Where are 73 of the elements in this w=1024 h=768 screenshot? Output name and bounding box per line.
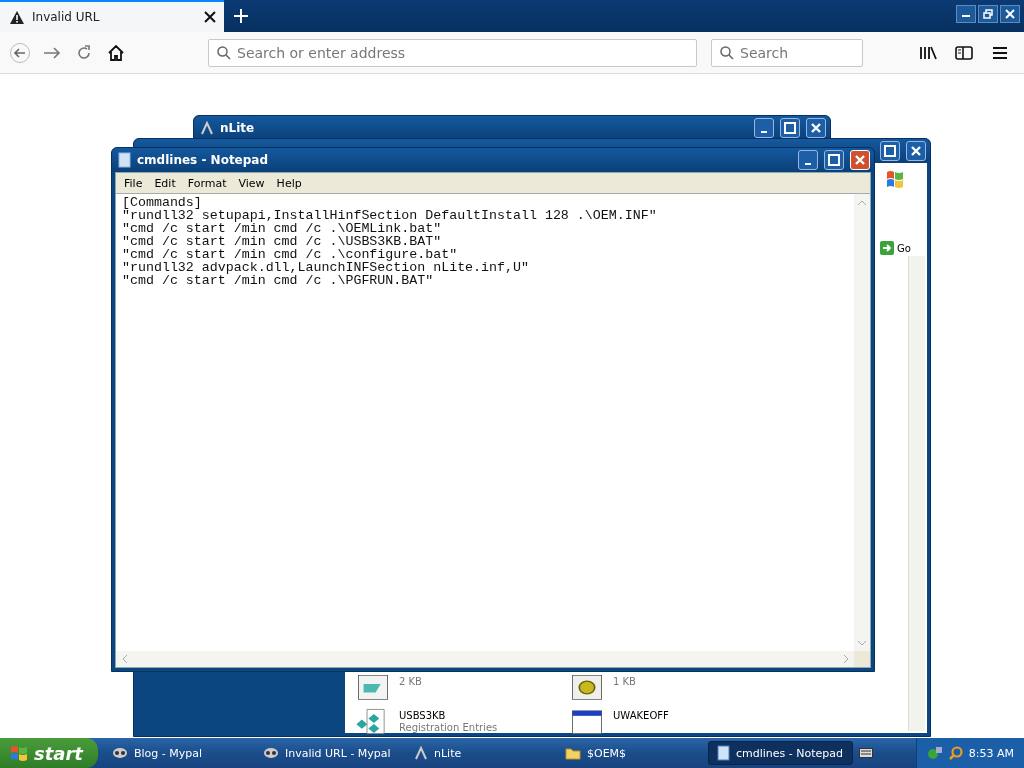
back-icon [10, 42, 30, 63]
menu-item[interactable]: View [232, 176, 271, 190]
menu-icon [992, 45, 1008, 60]
raccoon-icon [112, 747, 128, 759]
file-icon[interactable] [569, 674, 605, 701]
file-detail: Registration Entries [399, 722, 498, 734]
close-button[interactable] [1000, 5, 1020, 23]
maximize-icon [884, 145, 896, 157]
search-icon [217, 45, 231, 60]
clock: 8:53 AM [968, 746, 1014, 760]
notepad-icon [118, 152, 131, 168]
folder-icon [565, 746, 581, 760]
maximize-icon [784, 122, 796, 134]
window-title: nLite [220, 121, 256, 135]
maximize-icon [828, 154, 840, 166]
start-button[interactable]: start [0, 738, 98, 768]
close-icon [854, 154, 866, 166]
menu-item[interactable]: Edit [148, 176, 182, 190]
keyboard-icon[interactable] [859, 748, 873, 758]
go-button[interactable]: Go [878, 241, 913, 255]
library-icon [919, 45, 937, 60]
text-content[interactable]: [Commands] "rundll32 setupapi,InstallHinfSection DefaultInstall 128 .\OEM.INF" "cmd /c start /min cmd /c .\OEMLink.bat" "cmd /c start /min cmd /c .\USBS3KB.BAT" "cmd /c start /min cmd /c .\configure.bat" "rundll32 advpack.dll,LaunchINFSection nLite.inf,U" "cmd /c start /min cmd /c .\PGFRUN.BAT" [116, 194, 854, 651]
file-name: USBS3KB [399, 710, 447, 722]
taskbar-button[interactable]: $OEM$ [557, 741, 702, 765]
close-icon [1005, 9, 1015, 19]
close-icon [810, 122, 822, 134]
menu-item[interactable]: File [118, 176, 149, 190]
home-icon [108, 44, 124, 61]
file-name: UWAKEOFF [613, 710, 669, 722]
minimize-icon [761, 131, 767, 133]
nlite-icon [414, 746, 428, 760]
menu-item[interactable]: Format [181, 176, 233, 190]
scrollbar[interactable] [908, 256, 925, 731]
close-button[interactable] [906, 141, 926, 161]
restore-button[interactable] [978, 5, 998, 23]
file-detail: 1 KB [613, 676, 636, 688]
size-grip[interactable] [854, 651, 870, 667]
maximize-button[interactable] [780, 118, 800, 138]
file-icon[interactable] [355, 674, 391, 701]
raccoon-icon [263, 747, 279, 759]
search-icon [720, 45, 734, 60]
forward-icon [43, 45, 61, 60]
maximize-button[interactable] [880, 141, 900, 161]
sidebar-icon [955, 45, 973, 60]
nlite-icon [200, 121, 214, 135]
plus-icon[interactable] [234, 9, 248, 23]
notepad-icon [717, 745, 730, 761]
reload-icon [76, 44, 92, 61]
taskbar-button[interactable]: cmdlines - Notepad [708, 741, 853, 765]
taskbar-button[interactable]: nLite [406, 741, 551, 765]
browser-tab[interactable]: Invalid URL [0, 0, 224, 32]
windows-logo-icon [10, 744, 28, 762]
close-icon [910, 145, 922, 157]
network-icon[interactable] [926, 746, 943, 760]
arrow-icon [880, 241, 894, 255]
restore-icon [983, 9, 993, 19]
minimize-button[interactable] [798, 150, 818, 170]
taskbar-button[interactable]: Blog - Mypal [104, 741, 249, 765]
window-title: cmdlines - Notepad [137, 153, 270, 167]
close-button[interactable] [806, 118, 826, 138]
taskbar-button[interactable]: Invalid URL - Mypal [255, 741, 400, 765]
file-icon[interactable] [569, 708, 605, 735]
search-field[interactable]: Search [711, 38, 863, 67]
search-icon[interactable] [948, 746, 963, 760]
address-field[interactable]: Search or enter address [208, 38, 697, 67]
file-detail: 2 KB [399, 676, 422, 688]
windows-logo-icon [885, 169, 905, 189]
menu-item[interactable]: Help [270, 176, 308, 190]
minimize-button[interactable] [956, 5, 976, 23]
maximize-button[interactable] [824, 150, 844, 170]
minimize-button[interactable] [754, 118, 774, 138]
warning-icon [10, 10, 24, 24]
close-icon[interactable] [204, 11, 216, 23]
